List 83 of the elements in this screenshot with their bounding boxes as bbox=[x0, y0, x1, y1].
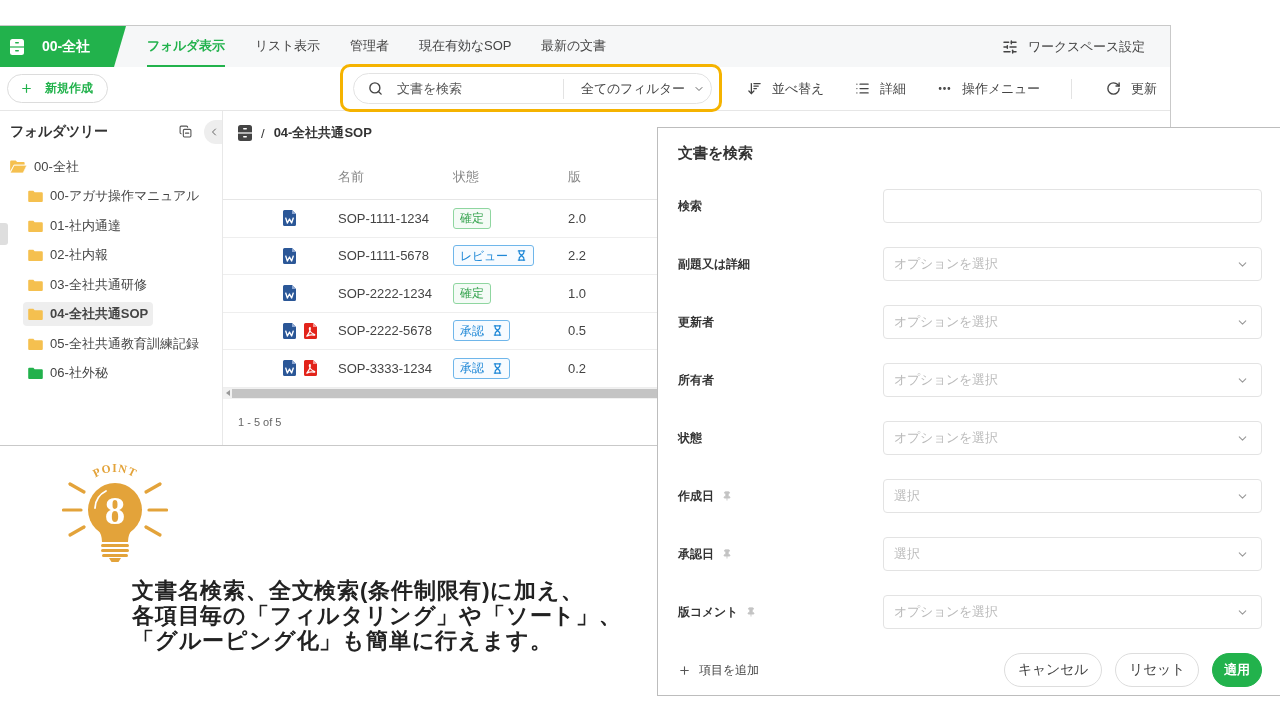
version-cell: 0.2 bbox=[568, 360, 587, 376]
refresh-icon bbox=[1106, 81, 1121, 96]
document-name[interactable]: SOP-1111-5678 bbox=[338, 248, 430, 264]
column-header[interactable]: 名前 bbox=[338, 168, 364, 186]
folder-tree-item[interactable]: 01-社内通達 bbox=[23, 213, 126, 238]
dialog-title: 文書を検索 bbox=[678, 143, 753, 163]
pin-icon[interactable] bbox=[746, 607, 756, 617]
toolbar-button[interactable]: 詳細 bbox=[855, 79, 906, 98]
field-label: 承認日 bbox=[678, 545, 714, 563]
pdf-file-icon bbox=[304, 360, 317, 377]
workspace-settings-button[interactable]: ワークスペース設定 bbox=[1002, 26, 1145, 67]
word-file-icon bbox=[283, 210, 296, 227]
word-file-icon bbox=[283, 285, 296, 302]
point-description: 文書名検索、全文検索(条件制限有)に加え、 各項目毎の「フィルタリング」や「ソート」、 「グルーピング化」も簡単に行えます。 bbox=[132, 578, 622, 653]
field-label: 検索 bbox=[678, 197, 702, 215]
search-input[interactable]: 文書を検索 bbox=[397, 81, 563, 96]
version-cell: 2.0 bbox=[568, 210, 587, 226]
version-cell: 2.2 bbox=[568, 248, 587, 264]
nav-tab[interactable]: 最新の文書 bbox=[541, 26, 607, 67]
search-text-field[interactable] bbox=[883, 189, 1262, 223]
folder-tree-item[interactable]: 00-アガサ操作マニュアル bbox=[23, 184, 204, 209]
field-label: 所有者 bbox=[678, 371, 714, 389]
pin-icon[interactable] bbox=[722, 491, 732, 501]
caret-left-icon[interactable] bbox=[226, 390, 230, 396]
nav-tab[interactable]: 現在有効なSOP bbox=[419, 26, 512, 67]
status-text: レビュー bbox=[460, 247, 508, 264]
folder-tree-item[interactable]: 05-全社共通教育訓練記録 bbox=[23, 331, 204, 356]
filter-dropdown[interactable]: 全てのフィルター bbox=[564, 79, 705, 98]
folder-tree-item[interactable]: 04-全社共通SOP bbox=[23, 302, 154, 327]
word-file-icon bbox=[283, 322, 296, 339]
file-cabinet-icon bbox=[238, 125, 252, 141]
point-number: 8 bbox=[103, 488, 127, 532]
toolbar-button[interactable]: 並べ替え bbox=[747, 79, 824, 98]
field-label: 状態 bbox=[678, 429, 702, 447]
toolbar-button[interactable]: 操作メニュー bbox=[937, 79, 1040, 98]
sidebar-title: フォルダツリー bbox=[10, 122, 108, 141]
sliders-icon bbox=[1002, 38, 1018, 55]
field-label: 作成日 bbox=[678, 487, 714, 505]
document-name[interactable]: SOP-1111-1234 bbox=[338, 210, 430, 226]
nav-tab[interactable]: リスト表示 bbox=[255, 26, 320, 67]
sort-icon bbox=[747, 81, 762, 96]
version-cell: 1.0 bbox=[568, 285, 587, 301]
column-header[interactable]: 状態 bbox=[453, 168, 479, 186]
plus-icon bbox=[20, 82, 33, 95]
word-file-icon bbox=[283, 247, 296, 264]
pdf-file-icon bbox=[304, 322, 317, 339]
nav-tab[interactable]: 管理者 bbox=[350, 26, 389, 67]
sidebar-edge-handle[interactable] bbox=[0, 223, 8, 245]
status-text: 確定 bbox=[460, 210, 484, 227]
document-name[interactable]: SOP-3333-1234 bbox=[338, 360, 432, 376]
folder-tree-item[interactable]: 03-全社共通研修 bbox=[23, 272, 152, 297]
folder-tree-item[interactable]: 00-全社 bbox=[5, 154, 84, 179]
pagination-text: 1 - 5 of 5 bbox=[238, 415, 282, 428]
version-cell: 0.5 bbox=[568, 323, 587, 339]
field-label: 副題又は詳細 bbox=[678, 255, 750, 273]
breadcrumb-current: 04-全社共通SOP bbox=[273, 124, 372, 142]
status-text: 承認 bbox=[460, 360, 484, 377]
field-label: 更新者 bbox=[678, 313, 714, 331]
collapse-all-icon[interactable] bbox=[179, 125, 192, 138]
folder-tree-item[interactable]: 02-社内報 bbox=[23, 243, 113, 268]
add-field-button[interactable]: 項目を追加 bbox=[678, 661, 759, 679]
toolbar-button[interactable]: 更新 bbox=[1106, 79, 1157, 98]
status-text: 承認 bbox=[460, 322, 484, 339]
folder-tree-item[interactable]: 06-社外秘 bbox=[23, 361, 113, 386]
search-icon bbox=[368, 81, 383, 96]
breadcrumb-separator: / bbox=[261, 125, 265, 141]
collapse-sidebar-button[interactable] bbox=[204, 119, 222, 144]
field-label: 版コメント bbox=[678, 603, 738, 621]
point-label: POINT bbox=[90, 461, 140, 480]
plus-icon bbox=[678, 663, 691, 677]
column-header[interactable]: 版 bbox=[568, 168, 581, 186]
pin-icon[interactable] bbox=[722, 549, 732, 559]
document-name[interactable]: SOP-2222-1234 bbox=[338, 285, 432, 301]
dialog-button[interactable]: キャンセル bbox=[1004, 653, 1102, 687]
dialog-button[interactable]: リセット bbox=[1115, 653, 1199, 687]
word-file-icon bbox=[283, 360, 296, 377]
document-name[interactable]: SOP-2222-5678 bbox=[338, 323, 432, 339]
hourglass-icon bbox=[516, 250, 527, 262]
list-icon bbox=[855, 81, 870, 96]
hourglass-icon bbox=[492, 325, 503, 337]
hourglass-icon bbox=[492, 362, 503, 374]
status-text: 確定 bbox=[460, 285, 484, 302]
file-cabinet-icon bbox=[10, 38, 24, 55]
